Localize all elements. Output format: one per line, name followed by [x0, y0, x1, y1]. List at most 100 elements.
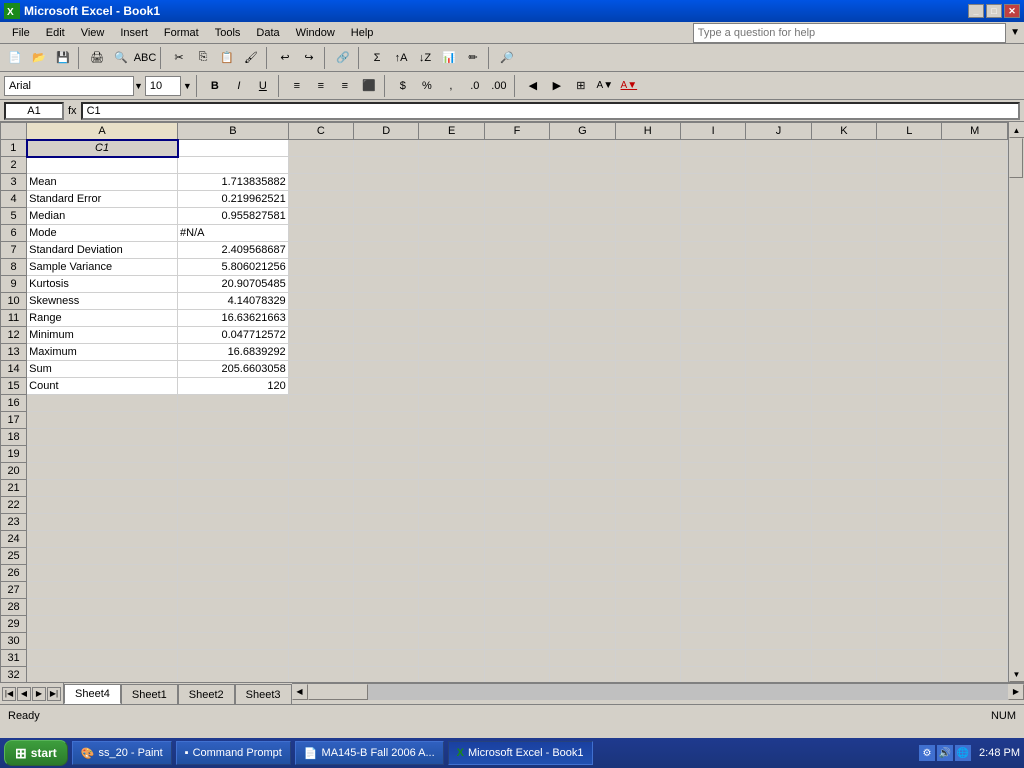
cell-M25[interactable] — [942, 548, 1008, 565]
row-header-23[interactable]: 23 — [1, 514, 27, 531]
cell-b13[interactable]: 16.6839292 — [178, 344, 289, 361]
cell-E25[interactable] — [419, 548, 484, 565]
currency-button[interactable]: $ — [392, 75, 414, 97]
cell-b27[interactable] — [178, 582, 289, 599]
col-header-c[interactable]: C — [288, 123, 353, 140]
cell-C22[interactable] — [288, 497, 353, 514]
cell-C6[interactable] — [288, 225, 353, 242]
cell-b8[interactable]: 5.806021256 — [178, 259, 289, 276]
cell-K28[interactable] — [811, 599, 876, 616]
cell-C10[interactable] — [288, 293, 353, 310]
cell-M10[interactable] — [942, 293, 1008, 310]
cell-G23[interactable] — [550, 514, 615, 531]
cell-G28[interactable] — [550, 599, 615, 616]
cell-E27[interactable] — [419, 582, 484, 599]
row-header-6[interactable]: 6 — [1, 225, 27, 242]
cell-C26[interactable] — [288, 565, 353, 582]
cell-M18[interactable] — [942, 429, 1008, 446]
zoom-button[interactable]: 🔎 — [496, 47, 518, 69]
cell-K29[interactable] — [811, 616, 876, 633]
cell-D7[interactable] — [354, 242, 419, 259]
cell-F1[interactable] — [484, 140, 549, 157]
cell-H14[interactable] — [615, 361, 680, 378]
cell-J29[interactable] — [746, 616, 811, 633]
menu-window[interactable]: Window — [288, 25, 343, 41]
cell-K3[interactable] — [811, 174, 876, 191]
cell-C5[interactable] — [288, 208, 353, 225]
cell-C4[interactable] — [288, 191, 353, 208]
row-header-5[interactable]: 5 — [1, 208, 27, 225]
cell-E2[interactable] — [419, 157, 484, 174]
cell-G26[interactable] — [550, 565, 615, 582]
cell-M16[interactable] — [942, 395, 1008, 412]
spell-button[interactable]: ABC — [134, 47, 156, 69]
cell-C17[interactable] — [288, 412, 353, 429]
cell-D17[interactable] — [354, 412, 419, 429]
function-icon[interactable]: fx — [68, 105, 77, 117]
cell-I28[interactable] — [680, 599, 745, 616]
cell-K8[interactable] — [811, 259, 876, 276]
cell-a14[interactable]: Sum — [27, 361, 178, 378]
cell-H27[interactable] — [615, 582, 680, 599]
close-button[interactable]: ✕ — [1004, 4, 1020, 18]
cell-K24[interactable] — [811, 531, 876, 548]
cell-K9[interactable] — [811, 276, 876, 293]
cell-b15[interactable]: 120 — [178, 378, 289, 395]
cell-J28[interactable] — [746, 599, 811, 616]
menu-data[interactable]: Data — [248, 25, 287, 41]
align-left-button[interactable]: ≡ — [286, 75, 308, 97]
merge-center-button[interactable]: ⬛ — [358, 75, 380, 97]
cell-M5[interactable] — [942, 208, 1008, 225]
menu-edit[interactable]: Edit — [38, 25, 73, 41]
cell-G9[interactable] — [550, 276, 615, 293]
print-preview-button[interactable]: 🔍 — [110, 47, 132, 69]
row-header-17[interactable]: 17 — [1, 412, 27, 429]
cell-K23[interactable] — [811, 514, 876, 531]
cell-G30[interactable] — [550, 633, 615, 650]
cell-J30[interactable] — [746, 633, 811, 650]
cell-K11[interactable] — [811, 310, 876, 327]
cell-M23[interactable] — [942, 514, 1008, 531]
decrease-indent-button[interactable]: ◀ — [522, 75, 544, 97]
cell-I25[interactable] — [680, 548, 745, 565]
cell-K19[interactable] — [811, 446, 876, 463]
cell-H2[interactable] — [615, 157, 680, 174]
cell-L26[interactable] — [877, 565, 942, 582]
cell-D23[interactable] — [354, 514, 419, 531]
cell-I11[interactable] — [680, 310, 745, 327]
row-header-15[interactable]: 15 — [1, 378, 27, 395]
cell-D16[interactable] — [354, 395, 419, 412]
cell-E23[interactable] — [419, 514, 484, 531]
cell-L23[interactable] — [877, 514, 942, 531]
cell-L1[interactable] — [877, 140, 942, 157]
cell-G15[interactable] — [550, 378, 615, 395]
row-header-32[interactable]: 32 — [1, 667, 27, 683]
cell-D8[interactable] — [354, 259, 419, 276]
cell-b3[interactable]: 1.713835882 — [178, 174, 289, 191]
cell-b5[interactable]: 0.955827581 — [178, 208, 289, 225]
cell-C12[interactable] — [288, 327, 353, 344]
menu-view[interactable]: View — [73, 25, 113, 41]
cell-D22[interactable] — [354, 497, 419, 514]
row-header-31[interactable]: 31 — [1, 650, 27, 667]
cell-b18[interactable] — [178, 429, 289, 446]
cell-L31[interactable] — [877, 650, 942, 667]
row-header-25[interactable]: 25 — [1, 548, 27, 565]
cell-D31[interactable] — [354, 650, 419, 667]
cell-a30[interactable] — [27, 633, 178, 650]
cell-b16[interactable] — [178, 395, 289, 412]
cell-b28[interactable] — [178, 599, 289, 616]
cell-C23[interactable] — [288, 514, 353, 531]
cell-K10[interactable] — [811, 293, 876, 310]
cell-F32[interactable] — [484, 667, 549, 683]
cell-b7[interactable]: 2.409568687 — [178, 242, 289, 259]
cell-C21[interactable] — [288, 480, 353, 497]
cell-E20[interactable] — [419, 463, 484, 480]
fill-color-button[interactable]: A▼ — [594, 75, 616, 97]
hyperlink-button[interactable]: 🔗 — [332, 47, 354, 69]
cell-F28[interactable] — [484, 599, 549, 616]
cell-J27[interactable] — [746, 582, 811, 599]
taskbar-item-doc[interactable]: 📄 MA145-B Fall 2006 A... — [295, 741, 444, 765]
cell-F3[interactable] — [484, 174, 549, 191]
cell-E26[interactable] — [419, 565, 484, 582]
